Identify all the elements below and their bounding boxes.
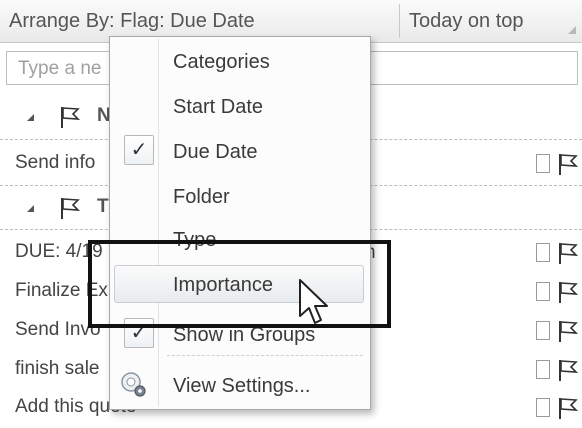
flag-icon[interactable]	[557, 280, 579, 304]
task-category-box[interactable]	[536, 321, 550, 340]
task-category-box[interactable]	[536, 282, 550, 301]
menu-item-categories[interactable]: Categories	[110, 42, 370, 82]
group-label: T	[97, 196, 109, 217]
menu-item-label: Start Date	[173, 96, 264, 118]
task-category-box[interactable]	[536, 154, 550, 173]
highlight-outline	[88, 240, 391, 328]
menu-item-label: Due Date	[173, 141, 258, 163]
menu-item-label: Folder	[173, 186, 230, 208]
menu-item-folder[interactable]: Folder	[110, 177, 370, 217]
menu-separator	[167, 355, 363, 356]
flag-icon	[61, 107, 81, 128]
flag-icon[interactable]	[557, 319, 579, 343]
arrange-by-button[interactable]: Arrange By: Flag: Due Date	[9, 10, 255, 33]
menu-item-view-settings[interactable]: View Settings...	[110, 366, 370, 406]
menu-item-start-date[interactable]: Start Date	[110, 87, 370, 127]
flag-icon[interactable]	[557, 152, 579, 176]
sort-order-button[interactable]: Today on top	[409, 10, 524, 33]
collapse-triangle-icon[interactable]	[27, 114, 34, 121]
task-category-box[interactable]	[536, 360, 550, 379]
flag-icon[interactable]	[557, 241, 579, 265]
arrange-by-context-menu: Categories Start Date ✓ Due Date Folder …	[109, 36, 371, 410]
task-subject: Send info	[15, 152, 96, 173]
settings-gear-icon	[121, 372, 146, 397]
flag-icon[interactable]	[557, 396, 579, 420]
header-divider	[399, 4, 400, 38]
menu-item-label: View Settings...	[173, 375, 311, 397]
flag-icon	[61, 198, 81, 219]
task-subject: finish sale	[15, 358, 100, 379]
corner-triangle-icon	[568, 26, 576, 34]
checkmark-icon: ✓	[124, 135, 154, 165]
menu-item-label: Categories	[173, 51, 270, 73]
task-category-box[interactable]	[536, 243, 550, 262]
flag-icon[interactable]	[557, 358, 579, 382]
menu-item-due-date[interactable]: ✓ Due Date	[110, 132, 370, 172]
task-category-box[interactable]	[536, 398, 550, 417]
collapse-triangle-icon[interactable]	[27, 205, 34, 212]
mouse-cursor-icon	[299, 279, 328, 324]
